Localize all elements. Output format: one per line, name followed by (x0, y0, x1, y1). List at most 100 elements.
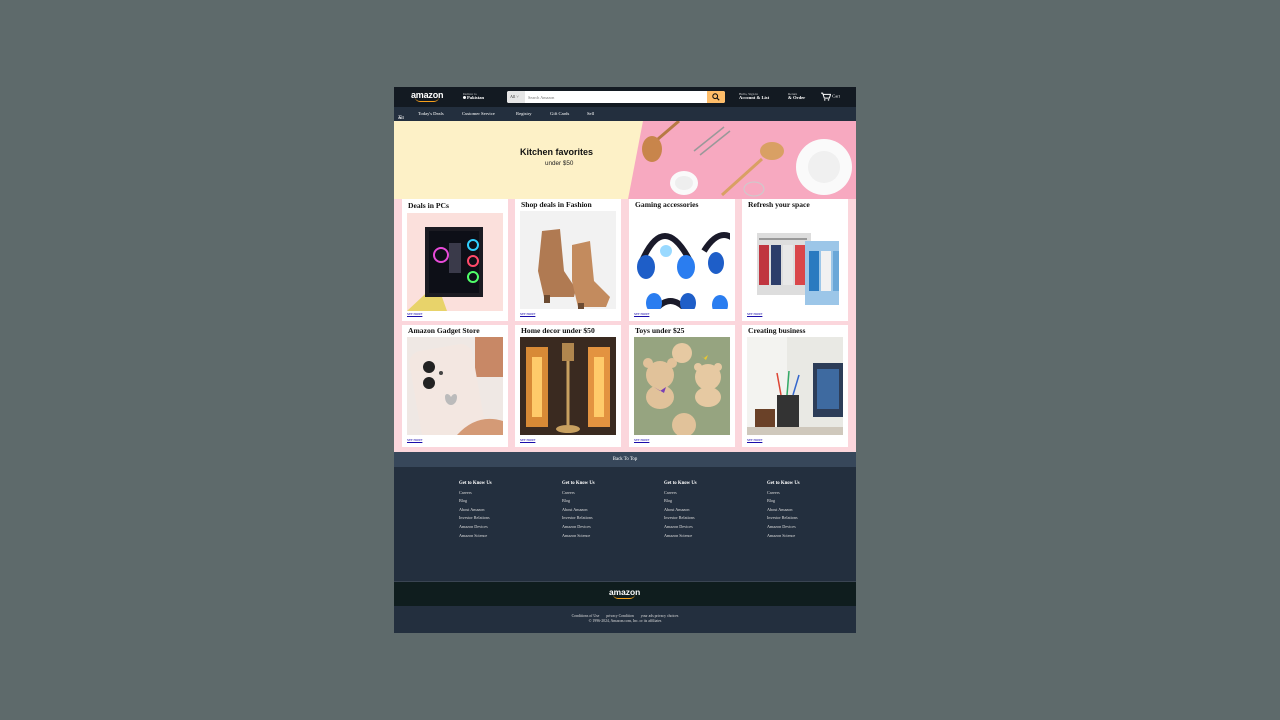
cart-label: Cart (832, 93, 841, 99)
card-title: Shop deals in Fashion (521, 200, 592, 209)
footer-logo-text: amazon (609, 587, 641, 597)
card-title: Toys under $25 (635, 326, 685, 335)
footer-link-careers[interactable]: Careers (459, 489, 492, 498)
privacy-link[interactable]: privacy Condition (606, 614, 634, 618)
cart-button[interactable]: Cart (821, 92, 840, 101)
hero-title: Kitchen favorites (520, 147, 594, 157)
cart-icon (821, 92, 832, 101)
copyright: © 1996-2024, Amazon.com, Inc. or its aff… (588, 619, 662, 623)
footer-link-investor[interactable]: Investor Relations (767, 514, 800, 523)
footer-column: Get to Know Us Careers Blog About Amazon… (664, 480, 697, 540)
card-title: Gaming accessories (635, 200, 699, 209)
card-creating-business[interactable]: Creating business see more (742, 325, 848, 447)
subnav-item-gift-cards[interactable]: Gift Cards (550, 111, 569, 116)
back-to-top-button[interactable]: Back To Top (394, 452, 856, 467)
footer-heading: Get to Know Us (562, 481, 595, 486)
subnav-item-registry[interactable]: Registry (516, 111, 532, 116)
hero-banner[interactable]: Kitchen favorites under $50 (394, 121, 856, 199)
card-title: Amazon Gadget Store (408, 326, 480, 335)
card-title: Creating business (748, 326, 806, 335)
account-menu[interactable]: Hello, Sign in Account & List (739, 92, 769, 100)
hero-text-panel (394, 121, 643, 199)
footer-link-investor[interactable]: Investor Relations (459, 514, 492, 523)
hangers-image (747, 211, 843, 309)
account-label: Account & List (739, 95, 770, 100)
amazon-logo[interactable]: amazon (411, 90, 444, 102)
footer-link-science[interactable]: Amazon Science (562, 532, 595, 541)
see-more-link[interactable]: see more (747, 311, 762, 316)
card-fashion[interactable]: Shop deals in Fashion see more (515, 199, 621, 321)
footer-link-about[interactable]: About Amazon (664, 506, 697, 515)
footer-link-careers[interactable]: Careers (664, 489, 697, 498)
desk-image (747, 337, 843, 435)
subnav-item-sell[interactable]: Sell (587, 111, 594, 116)
footer-heading: Get to Know Us (459, 481, 492, 486)
deliver-to[interactable]: Deliver to Pakistan (463, 92, 484, 100)
footer-link-blog[interactable]: Blog (664, 497, 697, 506)
subnav-item-customer-service[interactable]: Customer Service (462, 111, 495, 116)
see-more-link[interactable]: see more (634, 311, 649, 316)
boots-image (520, 211, 616, 309)
footer-amazon-logo[interactable]: amazon (609, 587, 640, 599)
card-home-decor[interactable]: Home decor under $50 see more (515, 325, 621, 447)
card-title: Refresh your space (748, 200, 810, 209)
footer-link-science[interactable]: Amazon Science (767, 532, 800, 541)
search-input[interactable] (526, 91, 710, 103)
phone-image (407, 337, 503, 435)
footer-link-blog[interactable]: Blog (767, 497, 800, 506)
search-bar: All ˅ (507, 91, 725, 103)
see-more-link[interactable]: see more (407, 311, 422, 316)
see-more-link[interactable]: see more (520, 437, 535, 442)
pc-case-image (407, 213, 503, 311)
card-title: Home decor under $50 (521, 326, 595, 335)
subnav-item-todays-deals[interactable]: Today's Deals (418, 111, 444, 116)
headset-image (634, 211, 730, 309)
card-gadget-store[interactable]: Amazon Gadget Store see more (402, 325, 508, 447)
logo-text: amazon (411, 90, 444, 100)
legal-links: Conditions of Use privacy Condition your… (394, 614, 856, 618)
footer-link-investor[interactable]: Investor Relations (664, 514, 697, 523)
see-more-link[interactable]: see more (634, 437, 649, 442)
footer-link-careers[interactable]: Careers (562, 489, 595, 498)
search-category-label: All (510, 94, 516, 99)
footer-link-blog[interactable]: Blog (459, 497, 492, 506)
returns-line2: & Order (788, 95, 806, 100)
footer-link-investor[interactable]: Investor Relations (562, 514, 595, 523)
footer-link-science[interactable]: Amazon Science (664, 532, 697, 541)
ads-privacy-link[interactable]: your ads privacy choices (641, 614, 679, 618)
see-more-link[interactable]: see more (747, 437, 762, 442)
conditions-link[interactable]: Conditions of Use (572, 614, 600, 618)
card-gaming-accessories[interactable]: Gaming accessories see more (629, 199, 735, 321)
see-more-link[interactable]: see more (407, 437, 422, 442)
footer-link-devices[interactable]: Amazon Devices (767, 523, 800, 532)
footer-link-careers[interactable]: Careers (767, 489, 800, 498)
search-button[interactable] (707, 91, 725, 103)
location-pin-icon (463, 96, 466, 99)
footer-link-blog[interactable]: Blog (562, 497, 595, 506)
lamp-image (520, 337, 616, 435)
teddy-bear-image (634, 337, 730, 435)
footer-link-science[interactable]: Amazon Science (459, 532, 492, 541)
card-deals-in-pcs[interactable]: Deals in PCs see more (402, 199, 508, 321)
deliver-country: Pakistan (467, 95, 485, 100)
card-title: Deals in PCs (408, 201, 449, 210)
see-more-link[interactable]: see more (520, 311, 535, 316)
footer-link-devices[interactable]: Amazon Devices (459, 523, 492, 532)
footer-link-about[interactable]: About Amazon (562, 506, 595, 515)
sub-navbar: ☰ All Today's Deals Customer Service Reg… (394, 107, 856, 121)
all-menu-label: All (398, 115, 404, 120)
footer-link-about[interactable]: About Amazon (767, 506, 800, 515)
search-category-select[interactable]: All ˅ (507, 91, 525, 103)
amazon-page: amazon Deliver to Pakistan All ˅ Hello, … (394, 87, 856, 633)
footer-column: Get to Know Us Careers Blog About Amazon… (767, 480, 800, 540)
footer-link-devices[interactable]: Amazon Devices (664, 523, 697, 532)
card-refresh-space[interactable]: Refresh your space see more (742, 199, 848, 321)
footer-column: Get to Know Us Careers Blog About Amazon… (562, 480, 595, 540)
hero-subtitle: under $50 (545, 160, 574, 167)
search-icon (712, 93, 720, 101)
returns-orders[interactable]: Return & Order (788, 92, 805, 100)
footer-link-about[interactable]: About Amazon (459, 506, 492, 515)
footer-link-devices[interactable]: Amazon Devices (562, 523, 595, 532)
footer-links: Get to Know Us Careers Blog About Amazon… (394, 467, 856, 581)
card-toys[interactable]: Toys under $25 see more (629, 325, 735, 447)
